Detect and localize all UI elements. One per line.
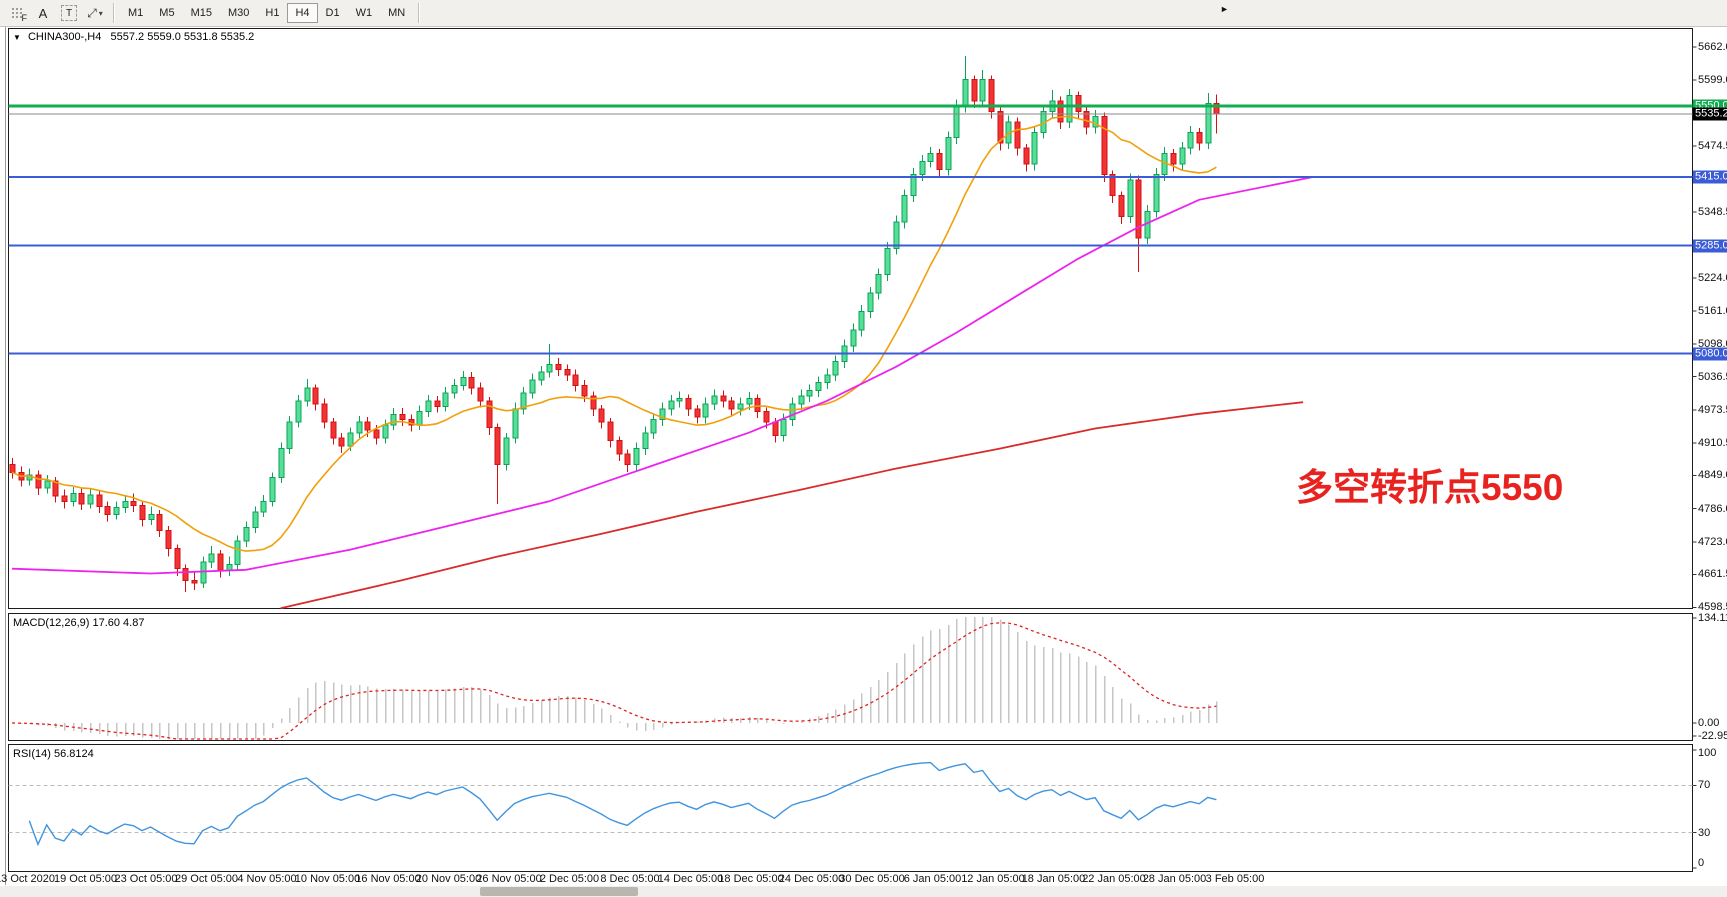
timeframe-button-mn[interactable]: MN [380, 3, 413, 23]
letter-a-icon: A [39, 6, 48, 21]
price-tick-label: 5348.5 [1698, 206, 1727, 218]
chevron-down-icon: ▾ [99, 9, 103, 18]
date-tick-label: 22 Jan 05:00 [1082, 873, 1146, 885]
chart-symbol-label: CHINA300-,H4 [28, 31, 101, 43]
price-tick-label: 5662.0 [1698, 41, 1727, 53]
price-tick-label: 5161.0 [1698, 305, 1727, 317]
rsi-axis-label: 0 [1698, 857, 1704, 869]
date-tick-label: 3 Feb 05:00 [1206, 873, 1265, 885]
timeframe-button-h4[interactable]: H4 [287, 3, 317, 23]
date-tick-label: 19 Oct 05:00 [54, 873, 117, 885]
arrows-icon: ⤢ [87, 6, 97, 21]
date-tick-label: 28 Jan 05:00 [1143, 873, 1207, 885]
hline-price-label: 5285.0 [1693, 239, 1727, 252]
price-tick-label: 4723.0 [1698, 536, 1727, 548]
trading-platform-window: F A T ⤢ ▾ M1M5M15M30H1H4D1W1MN ► ▼ CHINA… [0, 0, 1727, 897]
macd-indicator-label: MACD(12,26,9) 17.60 4.87 [13, 617, 144, 629]
top-toolbar: F A T ⤢ ▾ M1M5M15M30H1H4D1W1MN [0, 0, 1727, 27]
panel-border [9, 614, 1693, 741]
hline-price-label: 5535.2 [1693, 107, 1727, 120]
fibonacci-f-glyph: F [22, 13, 28, 23]
candles-layer [10, 56, 1219, 592]
rsi-indicator-label: RSI(14) 56.8124 [13, 748, 94, 760]
price-tick-label: 4973.5 [1698, 404, 1727, 416]
ma-slow-red-line [281, 402, 1304, 608]
price-tick-label: 5599.0 [1698, 74, 1727, 86]
timeframe-button-m5[interactable]: M5 [151, 3, 182, 23]
date-tick-label: 6 Jan 05:00 [904, 873, 962, 885]
price-tick-label: 5036.5 [1698, 371, 1727, 383]
fibonacci-tool-icon[interactable]: F [6, 3, 28, 23]
date-tick-label: 2 Dec 05:00 [540, 873, 599, 885]
price-tick-label: 5474.5 [1698, 140, 1727, 152]
date-tick-label: 18 Jan 05:00 [1022, 873, 1086, 885]
timeframe-button-m1[interactable]: M1 [120, 3, 151, 23]
hline-price-label: 5415.0 [1693, 171, 1727, 184]
price-tick-label: 4849.0 [1698, 469, 1727, 481]
date-tick-label: 26 Nov 05:00 [476, 873, 541, 885]
arrows-tool-icon[interactable]: ⤢ ▾ [84, 3, 106, 23]
ma-fast-orange-line [12, 116, 1216, 551]
text-label-tool-icon[interactable]: A [32, 3, 54, 23]
date-tick-label: 23 Oct 05:00 [115, 873, 178, 885]
panel-border [9, 745, 1693, 872]
timeframe-button-m15[interactable]: M15 [183, 3, 220, 23]
timeframe-button-m30[interactable]: M30 [220, 3, 257, 23]
macd-signal-line [12, 623, 1216, 739]
chart-title: ▼ CHINA300-,H4 5557.2 5559.0 5531.8 5535… [13, 31, 254, 43]
date-tick-label: 8 Dec 05:00 [600, 873, 659, 885]
toolbar-overflow-chevron-icon[interactable]: ► [1220, 4, 1229, 14]
price-tick-label: 4910.5 [1698, 437, 1727, 449]
scrollbar-thumb[interactable] [480, 887, 638, 896]
timeframe-button-w1[interactable]: W1 [348, 3, 381, 23]
toolbar-separator [113, 3, 115, 23]
letter-t-icon: T [61, 5, 77, 21]
timeframe-button-group: M1M5M15M30H1H4D1W1MN [120, 3, 413, 23]
macd-axis-label: 134.11 [1698, 612, 1727, 624]
timeframe-button-h1[interactable]: H1 [257, 3, 287, 23]
date-tick-label: 13 Oct 2020 [0, 873, 55, 885]
panel-border [9, 29, 1693, 609]
chart-text-annotation[interactable]: 多空转折点5550 [1296, 457, 1563, 511]
date-tick-label: 10 Nov 05:00 [295, 873, 360, 885]
date-tick-label: 18 Dec 05:00 [718, 873, 783, 885]
macd-axis-label: 0.00 [1698, 717, 1719, 729]
rsi-axis-label: 70 [1698, 779, 1710, 791]
window-left-edge [5, 27, 6, 885]
date-tick-label: 12 Jan 05:00 [961, 873, 1025, 885]
timeframe-button-d1[interactable]: D1 [318, 3, 348, 23]
price-tick-label: 5224.0 [1698, 272, 1727, 284]
ma-medium-magenta-line [12, 177, 1312, 573]
price-tick-label: 4661.5 [1698, 568, 1727, 580]
date-tick-label: 4 Nov 05:00 [237, 873, 296, 885]
date-tick-label: 20 Nov 05:00 [416, 873, 481, 885]
macd-axis-label: -22.95 [1698, 730, 1727, 742]
date-tick-label: 16 Nov 05:00 [355, 873, 420, 885]
collapse-triangle-icon[interactable]: ▼ [13, 33, 21, 42]
date-tick-label: 30 Dec 05:00 [839, 873, 904, 885]
date-tick-label: 24 Dec 05:00 [779, 873, 844, 885]
date-tick-label: 29 Oct 05:00 [175, 873, 238, 885]
macd-histogram [13, 617, 1217, 739]
rsi-axis-label: 30 [1698, 827, 1710, 839]
date-tick-label: 14 Dec 05:00 [658, 873, 723, 885]
toolbar-separator [418, 3, 420, 23]
text-tool-icon[interactable]: T [58, 3, 80, 23]
hline-price-label: 5080.0 [1693, 347, 1727, 360]
chart-ohlc-values: 5557.2 5559.0 5531.8 5535.2 [111, 31, 255, 43]
price-tick-label: 4786.0 [1698, 503, 1727, 515]
rsi-axis-label: 100 [1698, 747, 1716, 759]
chart-plot-area[interactable] [0, 0, 1727, 897]
horizontal-scrollbar [0, 886, 1727, 897]
